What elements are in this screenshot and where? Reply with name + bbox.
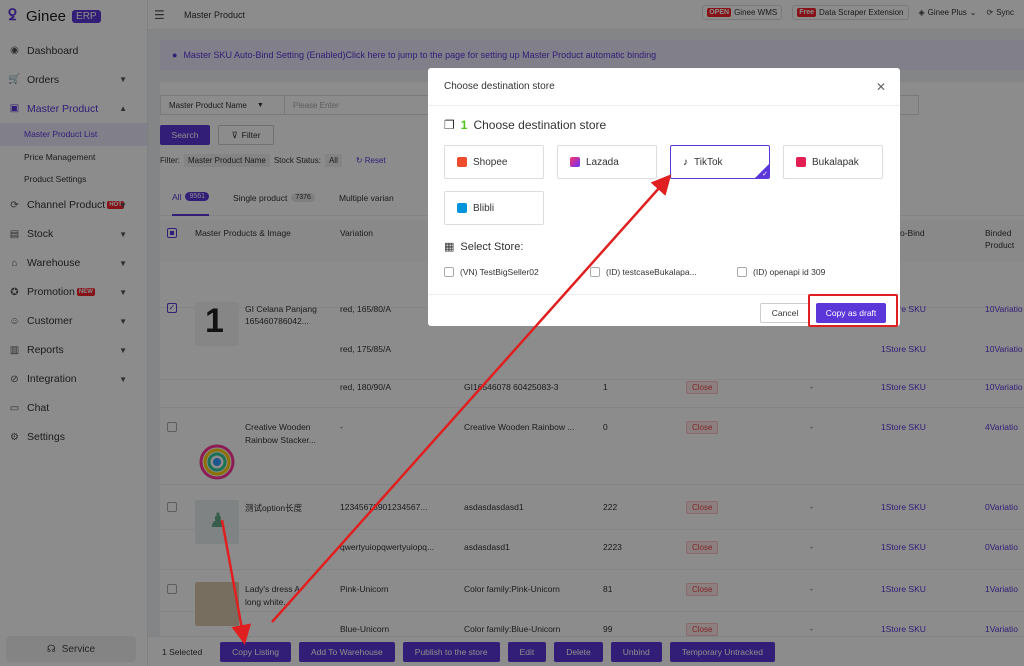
check-icon: ✓: [762, 171, 768, 178]
store-checkbox[interactable]: [590, 267, 600, 277]
store-checkbox-option[interactable]: (ID) openapi id 309: [737, 267, 825, 277]
store-option-shopee[interactable]: Shopee: [444, 145, 544, 179]
copy-icon: ❐: [444, 118, 455, 132]
bukalapak-icon: [796, 157, 806, 167]
highlight-box-annotation: [808, 294, 898, 327]
store-checkbox-option[interactable]: (ID) testcaseBukalapa...: [590, 267, 697, 277]
store-checkbox[interactable]: [737, 267, 747, 277]
store-checkbox-option[interactable]: (VN) TestBigSeller02: [444, 267, 539, 277]
store-option-blibli[interactable]: Blibli: [444, 191, 544, 225]
shopee-icon: [457, 157, 467, 167]
store-option-tiktok[interactable]: ♪ TikTok ✓: [670, 145, 770, 179]
store-icon: ▦: [444, 241, 455, 253]
choose-destination-store-dialog: Choose destination store ✕ ❐ 1 Choose de…: [428, 68, 900, 326]
store-option-lazada[interactable]: Lazada: [557, 145, 657, 179]
tiktok-icon: ♪: [683, 156, 688, 168]
step-heading: ❐ 1 Choose destination store: [444, 118, 607, 132]
cancel-button[interactable]: Cancel: [760, 303, 810, 323]
select-store-heading: ▦ Select Store:: [444, 240, 524, 254]
lazada-icon: [570, 157, 580, 167]
store-option-bukalapak[interactable]: Bukalapak: [783, 145, 883, 179]
close-icon[interactable]: ✕: [876, 80, 886, 94]
dialog-title: Choose destination store: [428, 68, 900, 106]
store-checkbox[interactable]: [444, 267, 454, 277]
blibli-icon: [457, 203, 467, 213]
